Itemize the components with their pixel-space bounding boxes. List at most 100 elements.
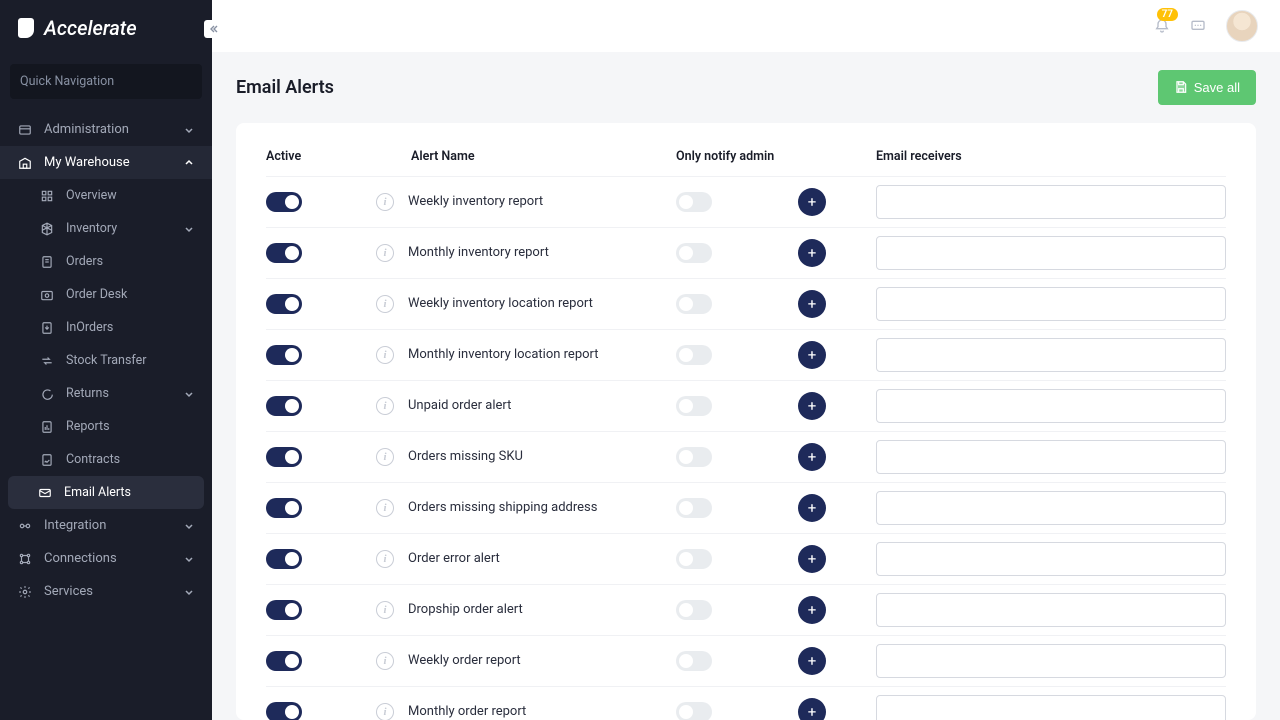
col-only-admin: Only notify admin: [676, 149, 876, 164]
email-receiver-input[interactable]: [876, 593, 1226, 627]
email-receiver-input[interactable]: [876, 491, 1226, 525]
only-admin-toggle[interactable]: [676, 294, 712, 314]
email-receiver-input[interactable]: [876, 338, 1226, 372]
active-toggle[interactable]: [266, 498, 302, 518]
email-receiver-input[interactable]: [876, 695, 1226, 720]
active-toggle[interactable]: [266, 702, 302, 720]
info-icon[interactable]: i: [376, 448, 394, 466]
add-receiver-button[interactable]: +: [798, 443, 826, 471]
sidebar-item-connections[interactable]: Connections: [0, 542, 212, 575]
active-toggle[interactable]: [266, 447, 302, 467]
only-admin-toggle[interactable]: [676, 447, 712, 467]
table-row: i Weekly inventory report +: [266, 176, 1226, 227]
active-toggle[interactable]: [266, 600, 302, 620]
email-receiver-input[interactable]: [876, 287, 1226, 321]
add-receiver-button[interactable]: +: [798, 596, 826, 624]
active-toggle[interactable]: [266, 549, 302, 569]
notifications-badge: 77: [1157, 8, 1178, 21]
only-admin-toggle[interactable]: [676, 651, 712, 671]
messages-icon[interactable]: [1190, 18, 1206, 34]
add-receiver-button[interactable]: +: [798, 698, 826, 720]
sidebar-item-administration[interactable]: Administration: [0, 113, 212, 146]
info-icon[interactable]: i: [376, 703, 394, 720]
info-icon[interactable]: i: [376, 550, 394, 568]
notifications-icon[interactable]: 77: [1154, 18, 1170, 34]
info-icon[interactable]: i: [376, 601, 394, 619]
add-receiver-button[interactable]: +: [798, 392, 826, 420]
add-receiver-button[interactable]: +: [798, 545, 826, 573]
stocktransfer-icon: [40, 354, 54, 368]
reports-icon: [40, 420, 54, 434]
active-toggle[interactable]: [266, 192, 302, 212]
overview-icon: [40, 189, 54, 203]
info-icon[interactable]: i: [376, 193, 394, 211]
services-icon: [18, 585, 32, 599]
only-admin-toggle[interactable]: [676, 549, 712, 569]
email-receiver-input[interactable]: [876, 389, 1226, 423]
contracts-icon: [40, 453, 54, 467]
only-admin-toggle[interactable]: [676, 243, 712, 263]
only-admin-toggle[interactable]: [676, 192, 712, 212]
active-toggle[interactable]: [266, 651, 302, 671]
only-admin-toggle[interactable]: [676, 345, 712, 365]
email-receiver-input[interactable]: [876, 236, 1226, 270]
add-receiver-button[interactable]: +: [798, 290, 826, 318]
table-row: i Dropship order alert +: [266, 584, 1226, 635]
add-receiver-button[interactable]: +: [798, 188, 826, 216]
info-icon[interactable]: i: [376, 652, 394, 670]
only-admin-toggle[interactable]: [676, 498, 712, 518]
add-receiver-button[interactable]: +: [798, 341, 826, 369]
sidebar-collapse-button[interactable]: [204, 20, 222, 38]
only-admin-toggle[interactable]: [676, 396, 712, 416]
sidebar-item-reports[interactable]: Reports: [0, 410, 212, 443]
only-admin-toggle[interactable]: [676, 702, 712, 720]
email-receiver-input[interactable]: [876, 440, 1226, 474]
quick-navigation[interactable]: Quick Navigation: [10, 64, 202, 99]
info-icon[interactable]: i: [376, 244, 394, 262]
info-icon[interactable]: i: [376, 346, 394, 364]
alert-name: Weekly inventory report: [408, 194, 543, 209]
add-receiver-button[interactable]: +: [798, 647, 826, 675]
active-toggle[interactable]: [266, 243, 302, 263]
sidebar-item-stock-transfer[interactable]: Stock Transfer: [0, 344, 212, 377]
integration-icon: [18, 519, 32, 533]
sidebar-item-my-warehouse[interactable]: My Warehouse: [0, 146, 212, 179]
sidebar-item-orders[interactable]: Orders: [0, 245, 212, 278]
sidebar-item-label: Returns: [66, 386, 109, 401]
active-toggle[interactable]: [266, 396, 302, 416]
inorders-icon: [40, 321, 54, 335]
only-admin-toggle[interactable]: [676, 600, 712, 620]
sidebar-item-email-alerts[interactable]: Email Alerts: [8, 476, 204, 509]
save-all-button[interactable]: Save all: [1158, 70, 1256, 105]
add-receiver-button[interactable]: +: [798, 239, 826, 267]
info-icon[interactable]: i: [376, 397, 394, 415]
sidebar-item-inorders[interactable]: InOrders: [0, 311, 212, 344]
info-icon[interactable]: i: [376, 499, 394, 517]
alert-name: Weekly order report: [408, 653, 521, 668]
table-row: iOrders missing SKU+: [266, 431, 1226, 482]
info-icon[interactable]: i: [376, 295, 394, 313]
email-receiver-input[interactable]: [876, 542, 1226, 576]
sidebar-item-label: Stock Transfer: [66, 353, 146, 368]
sidebar-item-label: Administration: [44, 122, 129, 137]
add-receiver-button[interactable]: +: [798, 494, 826, 522]
save-all-label: Save all: [1194, 80, 1240, 95]
alerts-rows: iWeekly inventory report+iMonthly invent…: [266, 176, 1226, 720]
email-receiver-input[interactable]: [876, 185, 1226, 219]
chevron-left-icon: [208, 24, 218, 34]
sidebar-item-order-desk[interactable]: Order Desk: [0, 278, 212, 311]
sidebar-item-inventory[interactable]: Inventory: [0, 212, 212, 245]
active-toggle[interactable]: [266, 294, 302, 314]
sidebar-item-overview[interactable]: Overview: [0, 179, 212, 212]
sidebar-item-services[interactable]: Services: [0, 575, 212, 608]
sidebar-item-integration[interactable]: Integration: [0, 509, 212, 542]
email-receiver-input[interactable]: [876, 644, 1226, 678]
avatar[interactable]: [1226, 10, 1258, 42]
sidebar-item-label: Orders: [66, 254, 103, 269]
sidebar-item-label: My Warehouse: [44, 155, 130, 170]
active-toggle[interactable]: [266, 345, 302, 365]
sidebar-item-contracts[interactable]: Contracts: [0, 443, 212, 476]
chevron-down-icon: [184, 587, 194, 597]
alert-name: Dropship order alert: [408, 602, 523, 617]
sidebar-item-returns[interactable]: Returns: [0, 377, 212, 410]
